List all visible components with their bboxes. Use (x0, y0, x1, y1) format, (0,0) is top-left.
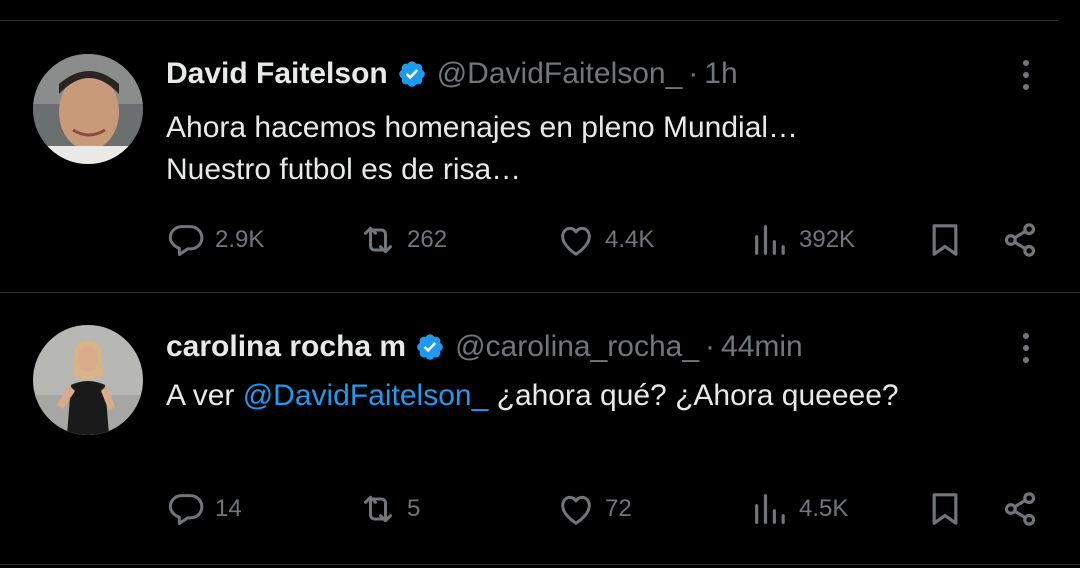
separator-dot: · (705, 330, 716, 363)
author-handle[interactable]: @carolina_rocha_ (455, 329, 699, 365)
views-button[interactable]: 4.5K (750, 489, 848, 529)
tweet-header: David Faitelson @DavidFaitelson_ · 1h (166, 56, 738, 92)
tweet-1[interactable]: David Faitelson @DavidFaitelson_ · 1h Ah… (0, 0, 1080, 292)
bottom-divider (0, 564, 1080, 565)
timestamp[interactable]: 1h (704, 56, 737, 92)
reply-button[interactable]: 14 (166, 489, 242, 529)
separator-dot: · (688, 57, 699, 90)
tweet-text-line: Nuestro futbol es de risa… (166, 153, 522, 186)
tweet-text-segment: A ver (166, 379, 243, 412)
reply-button[interactable]: 2.9K (166, 220, 264, 260)
author-handle[interactable]: @DavidFaitelson_ (437, 56, 683, 92)
avatar[interactable] (33, 325, 143, 435)
like-icon (561, 226, 591, 256)
like-count: 4.4K (605, 226, 655, 253)
tweet-actions: 2.9K 262 4.4K 392K (0, 220, 1080, 264)
share-button[interactable] (1000, 220, 1040, 260)
like-icon (561, 495, 591, 525)
avatar-photo-icon (33, 54, 143, 164)
views-icon (755, 225, 785, 255)
bookmark-button[interactable] (925, 220, 965, 260)
tweet-actions: 14 5 72 4.5K (0, 489, 1080, 533)
tweet-header: carolina rocha m @carolina_rocha_ · 44mi… (166, 329, 803, 365)
views-count: 392K (799, 226, 856, 253)
reply-count: 2.9K (215, 226, 265, 253)
bookmark-icon (932, 493, 958, 525)
more-options-icon[interactable] (1020, 333, 1032, 363)
tweet-text: A ver @DavidFaitelson_ ¿ahora qué? ¿Ahor… (166, 375, 899, 417)
tweet-2[interactable]: carolina rocha m @carolina_rocha_ · 44mi… (0, 293, 1080, 568)
avatar[interactable] (33, 54, 143, 164)
bookmark-icon (932, 224, 958, 256)
views-count: 4.5K (799, 495, 849, 522)
timestamp[interactable]: 44min (721, 329, 803, 365)
bookmark-button[interactable] (925, 489, 965, 529)
share-icon (1004, 492, 1036, 526)
like-count: 72 (605, 495, 632, 522)
share-button[interactable] (1000, 489, 1040, 529)
reply-icon (168, 494, 204, 525)
repost-button[interactable]: 5 (358, 489, 420, 529)
views-button[interactable]: 392K (750, 220, 855, 260)
author-name[interactable]: carolina rocha m (166, 329, 406, 365)
reply-icon (168, 225, 204, 256)
repost-icon (364, 495, 392, 523)
tweet-text-line: Ahora hacemos homenajes en pleno Mundial… (166, 111, 799, 144)
reply-count: 14 (215, 495, 242, 522)
repost-count: 262 (407, 226, 448, 253)
repost-button[interactable]: 262 (358, 220, 447, 260)
repost-icon (364, 226, 392, 254)
tweet-text-segment: ¿ahora qué? ¿Ahora queeee? (488, 379, 899, 412)
share-icon (1004, 223, 1036, 257)
repost-count: 5 (407, 495, 421, 522)
more-options-icon[interactable] (1020, 60, 1032, 90)
mention-link[interactable]: @DavidFaitelson_ (243, 379, 489, 412)
verified-badge-icon (398, 61, 425, 87)
like-button[interactable]: 72 (556, 489, 632, 529)
avatar-photo-icon (33, 325, 143, 435)
verified-badge-icon (417, 334, 443, 360)
author-name[interactable]: David Faitelson (166, 56, 388, 92)
views-icon (755, 494, 785, 524)
like-button[interactable]: 4.4K (556, 220, 654, 260)
tweet-text: Ahora hacemos homenajes en pleno Mundial… (166, 107, 798, 191)
